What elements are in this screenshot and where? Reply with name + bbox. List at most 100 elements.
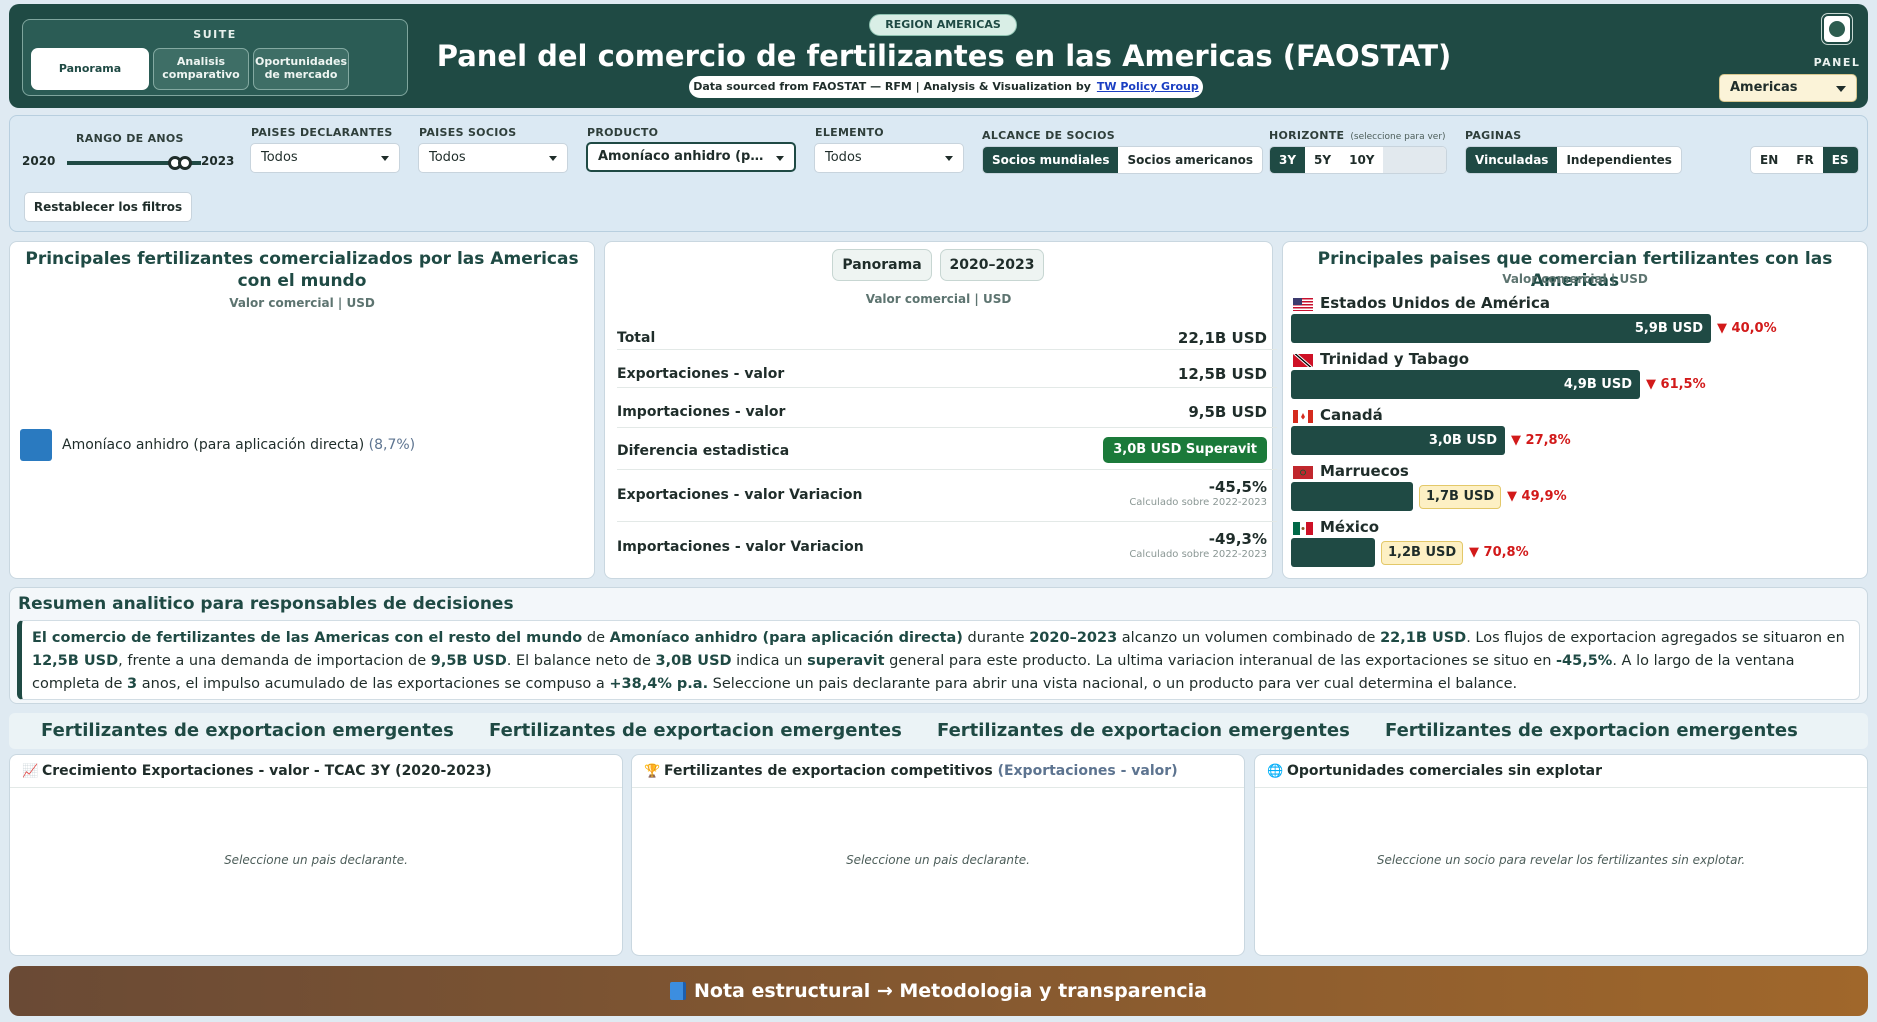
pages-toggle: Vinculadas Independientes bbox=[1465, 146, 1682, 174]
product-dropdown[interactable]: Amoníaco anhidro (para aplicación direct… bbox=[586, 142, 796, 172]
country-bar[interactable]: 3,0B USD bbox=[1291, 426, 1505, 455]
kpi-note: Calculado sobre 2022-2023 bbox=[1129, 497, 1267, 508]
trophy-icon: 🏆 bbox=[644, 764, 661, 779]
logo-icon bbox=[1822, 14, 1852, 44]
summary-text: El comercio de fertilizantes de las Amer… bbox=[17, 620, 1860, 700]
horizon-hint: (seleccione para ver) bbox=[1350, 132, 1446, 142]
top-products-title: Principales fertilizantes comercializado… bbox=[25, 249, 579, 292]
country-bar[interactable]: 5,9B USD bbox=[1291, 314, 1711, 343]
tab-oportunidades-mercado[interactable]: Oportunidades de mercado bbox=[253, 48, 349, 90]
pages-linked-button[interactable]: Vinculadas bbox=[1466, 147, 1558, 173]
panel-select[interactable]: Americas bbox=[1719, 74, 1857, 102]
horizon-5y-button[interactable]: 5Y bbox=[1305, 147, 1340, 173]
partners-label: PAISES SOCIOS bbox=[419, 126, 517, 139]
lang-es-button[interactable]: ES bbox=[1822, 147, 1858, 173]
kpi-row-balance: Diferencia estadistica 3,0B USD Superavi… bbox=[617, 428, 1277, 470]
kpi-note: Calculado sobre 2022-2023 bbox=[1129, 549, 1267, 560]
suite-nav: SUITE Panorama Analisis comparativo Opor… bbox=[22, 19, 408, 96]
element-dropdown[interactable]: Todos bbox=[814, 143, 964, 173]
country-name: Marruecos bbox=[1320, 462, 1409, 480]
partners-dropdown[interactable]: Todos bbox=[418, 143, 568, 173]
kpi-label: Exportaciones - valor Variacion bbox=[617, 487, 863, 503]
legend-item[interactable]: Amoníaco anhidro (para aplicación direct… bbox=[62, 437, 415, 453]
competitive-panel-header: 🏆 Fertilizantes de exportacion competitiv… bbox=[632, 755, 1244, 788]
horizon-label: HORIZONTE (seleccione para ver) bbox=[1269, 129, 1446, 142]
chevron-down-icon bbox=[945, 156, 953, 161]
kpi-card: Panorama 2020–2023 Valor comercial | USD… bbox=[604, 241, 1277, 579]
kpi-label: Importaciones - valor Variacion bbox=[617, 539, 864, 555]
kpi-label: Total bbox=[617, 330, 656, 346]
country-bar[interactable] bbox=[1291, 538, 1375, 567]
year-slider-end-handle[interactable] bbox=[178, 156, 192, 170]
horizon-10y-button[interactable]: 10Y bbox=[1340, 147, 1383, 173]
source-credit: Data sourced from FAOSTAT — RFM | Analys… bbox=[689, 76, 1203, 98]
change-indicator: ▼ 27,8% bbox=[1511, 433, 1571, 448]
opportunities-panel-message: Seleccione un socio para revelar los fer… bbox=[1376, 853, 1746, 867]
panel-select-value: Americas bbox=[1730, 80, 1798, 95]
change-indicator: ▼ 70,8% bbox=[1469, 545, 1529, 560]
ticker-item: Fertilizantes de exportacion emergentes bbox=[489, 720, 902, 741]
kpi-tab-period[interactable]: 2020–2023 bbox=[940, 249, 1044, 281]
pages-independent-button[interactable]: Independientes bbox=[1557, 147, 1680, 173]
opportunities-panel-header: 🌐 Oportunidades comerciales sin explotar bbox=[1255, 755, 1867, 788]
tab-panorama[interactable]: Panorama bbox=[31, 48, 149, 90]
chevron-down-icon bbox=[1836, 86, 1846, 92]
reporters-label: PAISES DECLARANTES bbox=[251, 126, 393, 139]
cagr-panel-message: Seleccione un pais declarante. bbox=[224, 853, 408, 867]
flag-morocco-icon bbox=[1293, 466, 1313, 479]
element-value: Todos bbox=[825, 150, 862, 165]
flag-trinidad-icon bbox=[1293, 354, 1313, 367]
kpi-row-import-change: Importaciones - valor Variacion -49,3% C… bbox=[617, 522, 1277, 574]
source-link[interactable]: TW Policy Group bbox=[1097, 80, 1199, 93]
ticker-item: Fertilizantes de exportacion emergentes bbox=[937, 720, 1350, 741]
change-indicator: ▼ 40,0% bbox=[1717, 321, 1777, 336]
ticker-item: Fertilizantes de exportacion emergentes bbox=[41, 720, 454, 741]
bar-value: 4,9B USD bbox=[1563, 377, 1632, 392]
change-indicator: ▼ 49,9% bbox=[1507, 489, 1567, 504]
horizon-3y-button[interactable]: 3Y bbox=[1270, 147, 1306, 173]
year-end: 2023 bbox=[201, 154, 235, 168]
kpi-value: 9,5B USD bbox=[1188, 403, 1267, 421]
kpi-label: Importaciones - valor bbox=[617, 404, 786, 420]
kpi-row-export-change: Exportaciones - valor Variacion -45,5% C… bbox=[617, 470, 1277, 522]
methodology-button[interactable]: Nota estructural → Metodologia y transpa… bbox=[9, 966, 1868, 1016]
lang-en-button[interactable]: EN bbox=[1751, 147, 1787, 173]
competitive-panel-metric: (Exportaciones - valor) bbox=[997, 763, 1178, 779]
surplus-badge: 3,0B USD Superavit bbox=[1103, 437, 1267, 463]
lang-fr-button[interactable]: FR bbox=[1787, 147, 1822, 173]
kpi-tab-panorama[interactable]: Panorama bbox=[832, 249, 932, 281]
scope-global-button[interactable]: Socios mundiales bbox=[983, 147, 1119, 173]
kpi-value: -45,5% bbox=[1208, 478, 1267, 496]
product-value: Amoníaco anhidro (para aplicación direct… bbox=[598, 149, 766, 164]
ticker-item: Fertilizantes de exportacion emergentes bbox=[1385, 720, 1798, 741]
top-products-subtitle: Valor comercial | USD bbox=[229, 296, 375, 310]
country-bar[interactable] bbox=[1291, 482, 1413, 511]
kpi-label: Exportaciones - valor bbox=[617, 366, 785, 382]
country-name: México bbox=[1320, 518, 1380, 536]
reporters-value: Todos bbox=[261, 150, 298, 165]
horizon-toggle: 3Y 5Y 10Y bbox=[1269, 146, 1447, 174]
scope-americas-button[interactable]: Socios americanos bbox=[1118, 147, 1262, 173]
scope-toggle: Socios mundiales Socios americanos bbox=[982, 146, 1264, 174]
bar-value-label: 1,7B USD bbox=[1419, 485, 1502, 509]
country-bar[interactable]: 4,9B USD bbox=[1291, 370, 1640, 399]
bar-value: 5,9B USD bbox=[1634, 321, 1703, 336]
page-title: Panel del comercio de fertilizantes en l… bbox=[436, 39, 1452, 73]
cagr-panel: 📈 Crecimiento Exportaciones - valor - TCA… bbox=[9, 754, 623, 956]
tab-analisis-comparativo[interactable]: Analisis comparativo bbox=[153, 48, 249, 90]
bar-value-label: 1,2B USD bbox=[1381, 541, 1464, 565]
competitive-panel-title: Fertilizantes de exportacion competitivo… bbox=[664, 763, 993, 779]
cagr-panel-header: 📈 Crecimiento Exportaciones - valor - TCA… bbox=[10, 755, 622, 788]
book-icon bbox=[670, 982, 686, 1000]
pages-label: PAGINAS bbox=[1465, 129, 1522, 142]
reporters-dropdown[interactable]: Todos bbox=[250, 143, 400, 173]
chevron-down-icon bbox=[549, 156, 557, 161]
top-products-card: Principales fertilizantes comercializado… bbox=[9, 241, 595, 579]
flag-mexico-icon bbox=[1293, 522, 1313, 535]
bar-value: 3,0B USD bbox=[1428, 433, 1497, 448]
source-text: Data sourced from FAOSTAT — RFM | Analys… bbox=[693, 80, 1091, 93]
emerging-ticker: Fertilizantes de exportacion emergentes … bbox=[9, 713, 1868, 749]
kpi-subtitle: Valor comercial | USD bbox=[865, 292, 1012, 306]
flag-canada-icon bbox=[1293, 410, 1313, 423]
reset-filters-button[interactable]: Restablecer los filtros bbox=[24, 192, 192, 222]
